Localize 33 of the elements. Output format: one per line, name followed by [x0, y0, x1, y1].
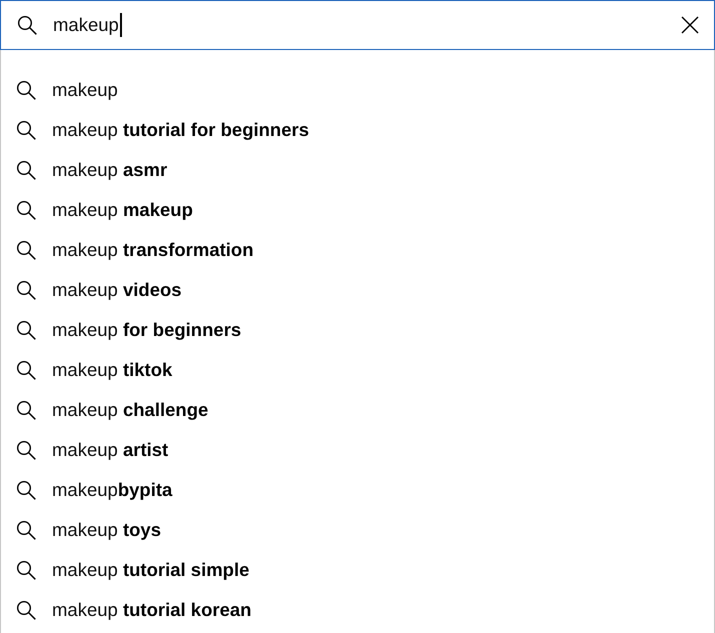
suggestion-item[interactable]: makeupbypita: [1, 470, 714, 510]
suggestion-item[interactable]: makeup asmr: [1, 150, 714, 190]
close-icon: [681, 16, 699, 34]
suggestion-item[interactable]: makeup toys: [1, 510, 714, 550]
search-icon: [16, 440, 36, 460]
search-icon: [16, 120, 36, 140]
search-icon: [17, 15, 37, 35]
clear-button[interactable]: [681, 16, 699, 34]
search-field[interactable]: makeup: [0, 0, 715, 50]
search-icon: [16, 280, 36, 300]
suggestion-item[interactable]: makeup artist: [1, 430, 714, 470]
search-icon: [16, 200, 36, 220]
suggestion-item[interactable]: makeup tutorial for beginners: [1, 110, 714, 150]
search-icon: [16, 360, 36, 380]
suggestion-item[interactable]: makeup makeup: [1, 190, 714, 230]
search-icon: [16, 160, 36, 180]
search-icon: [16, 520, 36, 540]
suggestion-item[interactable]: makeup tiktok: [1, 350, 714, 390]
search-icon: [16, 480, 36, 500]
search-icon: [16, 560, 36, 580]
suggestion-item[interactable]: makeup transformation: [1, 230, 714, 270]
suggestion-item[interactable]: makeup for beginners: [1, 310, 714, 350]
search-icon: [16, 400, 36, 420]
search-icon: [16, 600, 36, 620]
suggestion-item[interactable]: makeup videos: [1, 270, 714, 310]
suggestion-item[interactable]: makeup tutorial simple: [1, 550, 714, 590]
text-cursor: [120, 13, 122, 37]
search-icon: [16, 320, 36, 340]
suggestion-item[interactable]: makeup challenge: [1, 390, 714, 430]
suggestion-item[interactable]: makeup tutorial korean: [1, 590, 714, 630]
search-icon: [16, 240, 36, 260]
search-icon: [16, 80, 36, 100]
suggestion-item[interactable]: makeup: [1, 70, 714, 110]
